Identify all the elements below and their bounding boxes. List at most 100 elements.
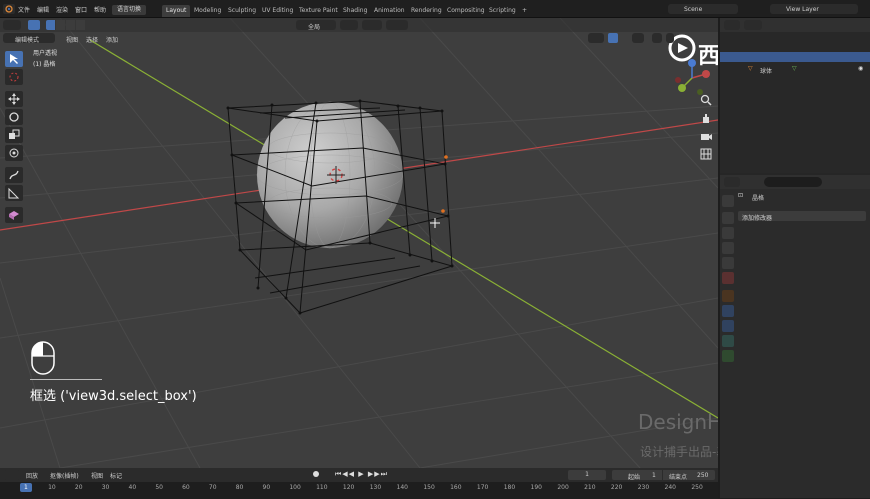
3d-viewport[interactable]: 用户透视 (1) 晶格 西瓜视频 框选 ('view3d.select_box' (0, 18, 718, 468)
proportional-edit-button[interactable] (386, 20, 408, 30)
new-selection-button[interactable] (46, 20, 55, 30)
tool-add-cube[interactable] (5, 207, 23, 223)
start-frame-field[interactable]: 起始 1 (612, 470, 662, 481)
outliner-row-sphere[interactable]: ▽ 球体 ▽ ◉ (720, 64, 870, 75)
scene-selector[interactable]: Scene (668, 4, 738, 14)
wrench-icon: ⊡ (738, 192, 744, 199)
menu-edit[interactable]: 编辑 (37, 5, 49, 14)
zoom-icon[interactable] (700, 94, 712, 106)
subtract-selection-button[interactable] (66, 20, 75, 30)
view-layer-selector[interactable]: View Layer (770, 4, 858, 14)
menu-keying[interactable]: 抠像(插帧) (50, 471, 79, 480)
timeline-editor-type[interactable] (3, 470, 21, 480)
tab-shading[interactable]: Shading (339, 5, 371, 17)
timeline-tick-label: 70 (208, 484, 217, 491)
tab-tool-icon[interactable] (722, 195, 734, 207)
menu-add[interactable]: 添加 (106, 35, 118, 44)
menu-select[interactable]: 选择 (86, 35, 98, 44)
timeline-tick-label: 210 (584, 484, 596, 491)
scale-icon (9, 129, 20, 139)
add-modifier-button[interactable]: 添加修改器 (738, 211, 866, 222)
tool-annotate[interactable] (5, 167, 23, 183)
menu-timeline-view[interactable]: 视图 (91, 471, 103, 480)
right-panels: ▽ 球体 ▽ ◉ ⊡ 晶格 添加修改器 (720, 18, 870, 498)
timeline-panel: 回放 抠像(插帧) 视图 标记 ⏮◀◀ ▶ ▶▶⏭ 1 起始 1 结束点 250… (0, 468, 718, 499)
transform-orientation-value: 全局 (308, 24, 321, 31)
tab-world-icon[interactable] (722, 272, 734, 284)
pencil-icon (9, 170, 19, 180)
navigation-gizmo[interactable] (672, 58, 712, 98)
properties-editor-type[interactable] (724, 177, 740, 187)
menu-help[interactable]: 帮助 (94, 5, 106, 14)
tab-sculpting[interactable]: Sculpting (224, 5, 260, 17)
timeline-tick-label: 190 (530, 484, 542, 491)
visibility-eye-icon[interactable]: ◉ (858, 65, 863, 72)
properties-search-input[interactable] (764, 177, 822, 187)
tab-scene-icon[interactable] (722, 257, 734, 269)
pan-hand-icon[interactable] (700, 112, 712, 124)
tool-scale[interactable] (5, 127, 23, 143)
tool-move[interactable] (5, 91, 23, 107)
tool-select-box[interactable] (5, 51, 23, 67)
menu-file[interactable]: 文件 (18, 5, 30, 14)
menu-render[interactable]: 渲染 (56, 5, 68, 14)
add-modifier-label: 添加修改器 (742, 215, 773, 222)
current-frame-field[interactable]: 1 (568, 470, 606, 480)
viewport-nav-buttons (700, 94, 714, 160)
invert-selection-button[interactable] (76, 20, 85, 30)
watermark-subtitle: 设计捕手出品-基础部分 (640, 445, 718, 459)
tab-texture-paint[interactable]: Texture Paint (295, 5, 342, 17)
tab-physics-icon[interactable] (722, 335, 734, 347)
overlay-toggle-button[interactable] (632, 33, 644, 43)
xray-toggle-button[interactable] (652, 33, 662, 43)
editor-type-3d-button[interactable] (3, 20, 21, 30)
pivot-point-button[interactable] (340, 20, 358, 30)
tab-uv-editing[interactable]: UV Editing (258, 5, 297, 17)
mode-dropdown[interactable]: 编辑模式 (3, 33, 55, 44)
outliner-display-mode[interactable] (744, 20, 762, 30)
tab-output-icon[interactable] (722, 227, 734, 239)
end-frame-field[interactable]: 结束点 250 (663, 470, 715, 481)
menu-marker[interactable]: 标记 (110, 471, 122, 480)
camera-icon[interactable] (700, 130, 712, 142)
tool-cursor[interactable] (5, 69, 23, 85)
transform-orientation-dropdown[interactable]: 全局 (296, 20, 336, 31)
language-toggle-button[interactable]: 语言切换 (112, 5, 147, 15)
tab-render-icon[interactable] (722, 212, 734, 224)
tab-data-icon[interactable] (722, 350, 734, 362)
timeline-tick-label: 120 (342, 484, 355, 491)
tab-particles-icon[interactable] (722, 320, 734, 332)
shading-solid-button[interactable] (666, 33, 674, 43)
visibility-button[interactable] (588, 33, 604, 43)
tab-animation[interactable]: Animation (370, 5, 409, 17)
record-button[interactable] (313, 471, 319, 477)
tool-shelf (0, 48, 28, 228)
tab-scripting[interactable]: Scripting (485, 5, 520, 17)
extend-selection-button[interactable] (56, 20, 65, 30)
timeline-tick-label: 40 (128, 484, 137, 491)
outliner-row-selected[interactable] (720, 52, 870, 62)
gizmo-toggle-button[interactable] (608, 33, 618, 43)
tab-object-icon[interactable] (722, 290, 734, 302)
snap-button[interactable] (362, 20, 382, 30)
outliner-editor-type[interactable] (724, 20, 740, 30)
tab-rendering[interactable]: Rendering (407, 5, 446, 17)
ruler-icon (8, 187, 20, 199)
tab-modifier-icon[interactable] (722, 305, 734, 317)
tab-layout[interactable]: Layout (162, 5, 191, 17)
tab-modeling[interactable]: Modeling (190, 5, 225, 17)
tool-rotate[interactable] (5, 109, 23, 125)
grid-toggle-icon[interactable] (700, 148, 712, 160)
menu-window[interactable]: 窗口 (75, 5, 87, 14)
add-workspace-button[interactable]: + (518, 5, 531, 17)
menu-view[interactable]: 视图 (66, 35, 78, 44)
select-mode-button[interactable] (28, 20, 40, 30)
tab-view-layer-icon[interactable] (722, 242, 734, 254)
tool-transform[interactable] (5, 145, 23, 161)
menu-playback[interactable]: 回放 (26, 471, 38, 480)
timeline-tick-label: 230 (637, 484, 650, 491)
playback-controls[interactable]: ⏮◀◀ ▶ ▶▶⏭ (335, 470, 388, 479)
tab-compositing[interactable]: Compositing (443, 5, 489, 17)
editor-type-button[interactable] (3, 4, 15, 14)
tool-measure[interactable] (5, 185, 23, 201)
